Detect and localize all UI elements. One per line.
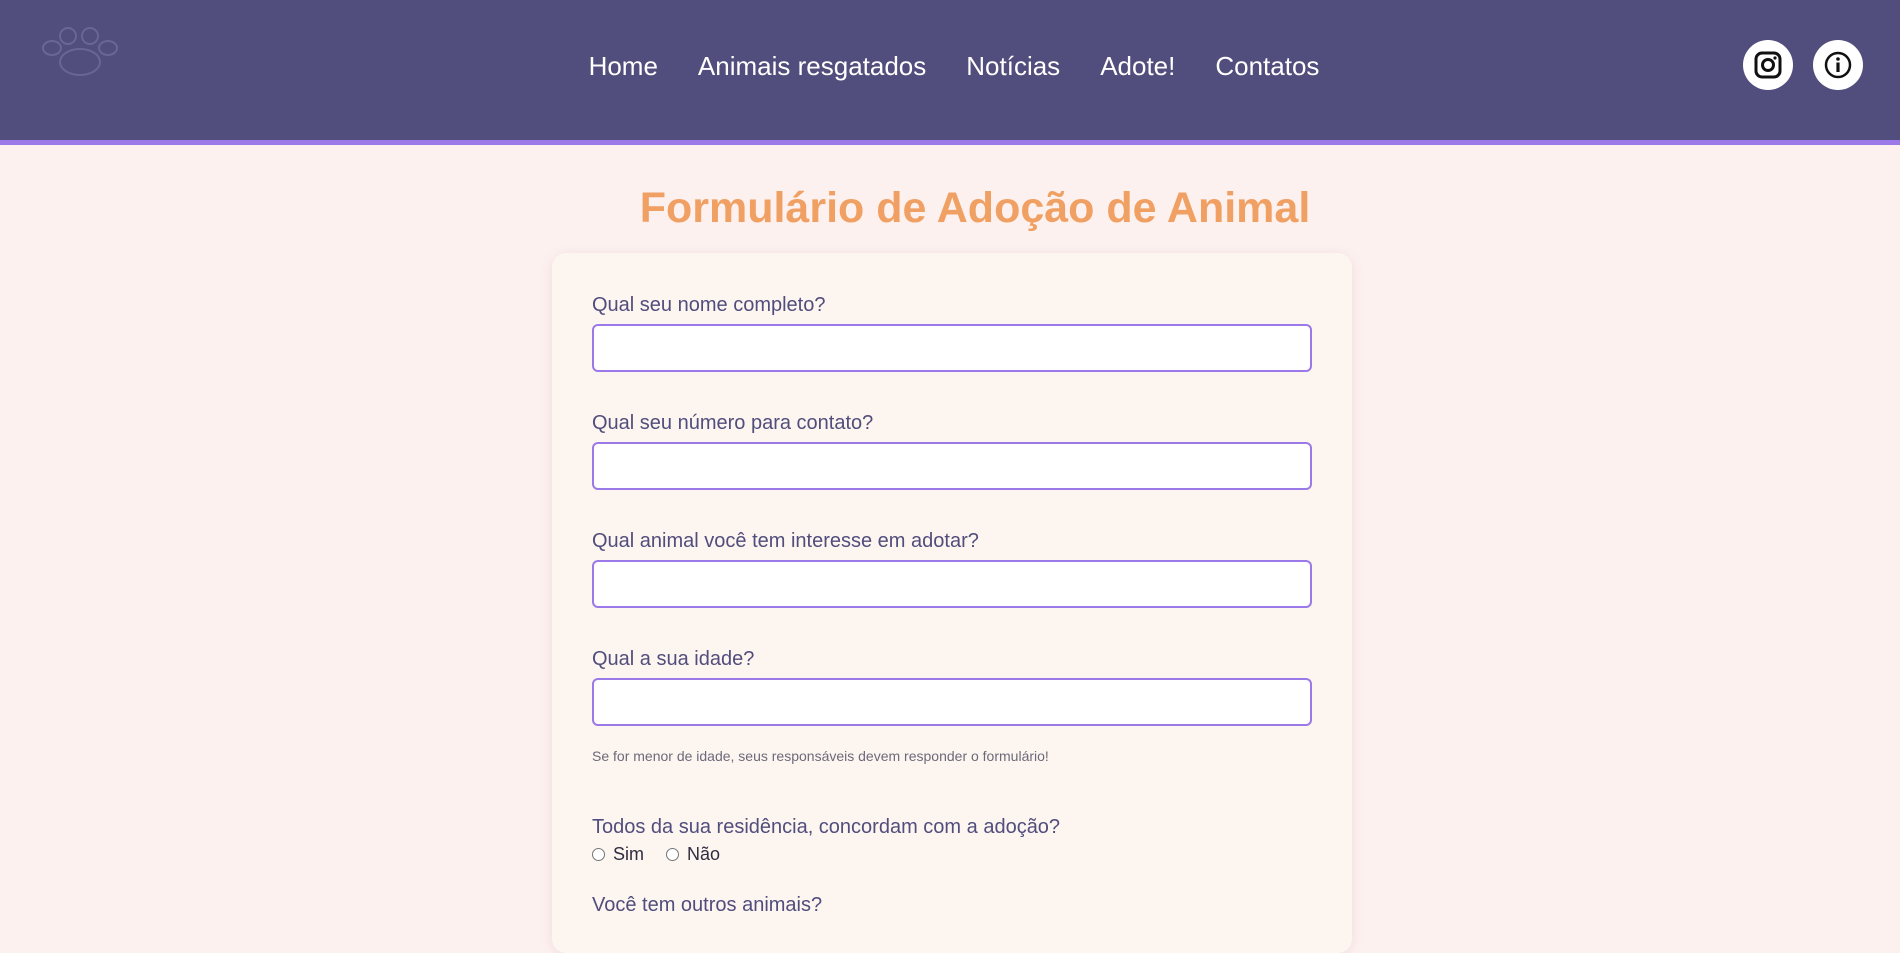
field-label-animal: Qual animal você tem interesse em adotar… (592, 530, 979, 552)
instagram-button[interactable] (1743, 40, 1793, 90)
info-icon (1824, 51, 1852, 79)
option-nao-label: Não (687, 844, 721, 864)
age-hint: Se for menor de idade, seus responsáveis… (592, 748, 1049, 764)
page-title: Formulário de Adoção de Animal (639, 184, 1311, 232)
animal-interesse-input[interactable] (592, 560, 1312, 608)
agreement-question: Todos da sua residência, concordam com a… (592, 816, 1061, 838)
agreement-options: Sim Não (590, 844, 740, 865)
site-header: Home Animais resgatados Notícias Adote! … (0, 0, 1900, 145)
adoption-form: Qual seu nome completo? Qual seu número … (552, 253, 1352, 953)
option-sim-label: Sim (613, 844, 644, 864)
radio-sim[interactable] (592, 848, 605, 861)
field-label-nome: Qual seu nome completo? (592, 294, 826, 316)
instagram-icon (1754, 51, 1782, 79)
main-nav: Home Animais resgatados Notícias Adote! … (0, 48, 1900, 84)
numero-contato-input[interactable] (592, 442, 1312, 490)
nav-contatos[interactable]: Contatos (1215, 48, 1319, 84)
nav-noticias[interactable]: Notícias (966, 48, 1060, 84)
option-nao[interactable]: Não (664, 844, 720, 865)
idade-input[interactable] (592, 678, 1312, 726)
nome-completo-input[interactable] (592, 324, 1312, 372)
nav-home[interactable]: Home (589, 48, 658, 84)
field-label-contato: Qual seu número para contato? (592, 412, 874, 434)
radio-nao[interactable] (666, 848, 679, 861)
nav-adote[interactable]: Adote! (1100, 48, 1175, 84)
option-sim[interactable]: Sim (590, 844, 644, 865)
field-label-idade: Qual a sua idade? (592, 648, 755, 670)
info-button[interactable] (1813, 40, 1863, 90)
nav-animais-resgatados[interactable]: Animais resgatados (698, 48, 926, 84)
other-animals-question: Você tem outros animais? (592, 894, 823, 916)
